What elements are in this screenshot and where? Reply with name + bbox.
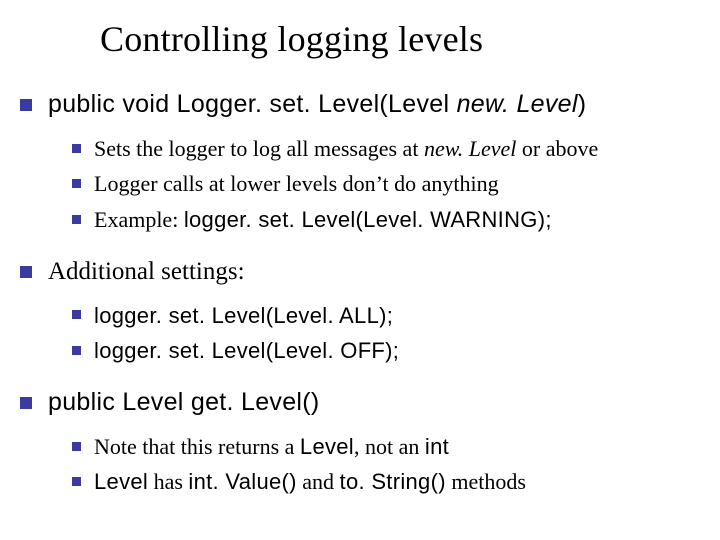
section-heading: Additional settings: xyxy=(48,258,245,285)
section-heading: public Level get. Level() xyxy=(48,389,320,416)
sub-list: logger. set. Level(Level. ALL); logger. … xyxy=(48,301,690,366)
section: Additional settings: logger. set. Level(… xyxy=(48,255,690,366)
sub-list: Note that this returns a Level, not an i… xyxy=(48,432,690,497)
list-item: Level has int. Value() and to. String() … xyxy=(94,467,690,497)
list-item: logger. set. Level(Level. ALL); xyxy=(94,301,690,331)
list-item: Note that this returns a Level, not an i… xyxy=(94,432,690,462)
list-item: logger. set. Level(Level. OFF); xyxy=(94,336,690,366)
slide: Controlling logging levels public void L… xyxy=(0,0,720,540)
list-item: Example: logger. set. Level(Level. WARNI… xyxy=(94,205,690,235)
list-item: Sets the logger to log all messages at n… xyxy=(94,134,690,164)
section-heading: public void Logger. set. Level(Level new… xyxy=(48,91,586,118)
list-item: Logger calls at lower levels don’t do an… xyxy=(94,169,690,199)
section: public void Logger. set. Level(Level new… xyxy=(48,88,690,235)
sub-list: Sets the logger to log all messages at n… xyxy=(48,134,690,235)
section: public Level get. Level() Note that this… xyxy=(48,386,690,497)
slide-title: Controlling logging levels xyxy=(100,18,690,60)
top-list: public void Logger. set. Level(Level new… xyxy=(100,88,690,497)
